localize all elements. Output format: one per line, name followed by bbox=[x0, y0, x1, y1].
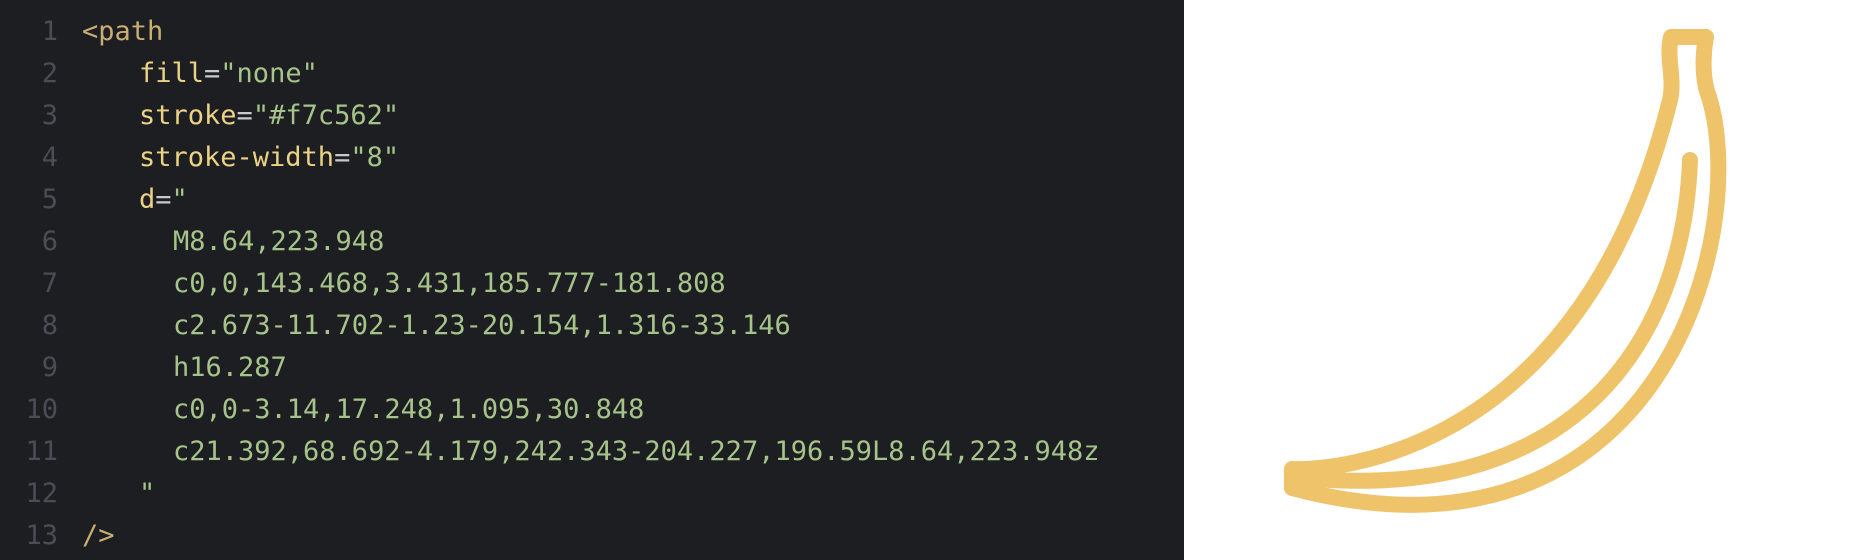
code-line: 12 " bbox=[0, 473, 1184, 515]
code-line: 13 /> bbox=[0, 515, 1184, 557]
attr-name: stroke-width bbox=[139, 142, 335, 173]
attr-value: "8" bbox=[350, 142, 400, 173]
code-line: 5 d=" bbox=[0, 179, 1184, 221]
line-number: 6 bbox=[41, 226, 58, 257]
line-number: 2 bbox=[41, 58, 58, 89]
code-line: 10 c0,0-3.14,17.248,1.095,30.848 bbox=[0, 389, 1184, 431]
line-number: 10 bbox=[25, 394, 58, 425]
closing-quote: " bbox=[139, 478, 156, 509]
attr-name: d bbox=[139, 184, 156, 215]
line-number: 5 bbox=[41, 184, 58, 215]
path-data: c0,0,143.468,3.431,185.777-181.808 bbox=[173, 268, 726, 299]
tag-close: /> bbox=[82, 520, 115, 551]
path-data: h16.287 bbox=[173, 352, 287, 383]
path-data: c2.673-11.702-1.23-20.154,1.316-33.146 bbox=[173, 310, 791, 341]
line-number: 13 bbox=[25, 520, 58, 551]
code-line: 3 stroke="#f7c562" bbox=[0, 95, 1184, 137]
line-number: 8 bbox=[41, 310, 58, 341]
attr-name: fill bbox=[139, 58, 205, 89]
code-line: 6 M8.64,223.948 bbox=[0, 221, 1184, 263]
code-editor[interactable]: 1 <path 2 fill="none" 3 stroke="#f7c562"… bbox=[0, 0, 1184, 560]
line-number: 7 bbox=[41, 268, 58, 299]
code-line: 11 c21.392,68.692-4.179,242.343-204.227,… bbox=[0, 431, 1184, 473]
line-number: 1 bbox=[41, 16, 58, 47]
tag-open: <path bbox=[82, 16, 164, 47]
code-line: 4 stroke-width="8" bbox=[0, 137, 1184, 179]
path-data: c0,0-3.14,17.248,1.095,30.848 bbox=[173, 394, 645, 425]
line-number: 3 bbox=[41, 100, 58, 131]
attr-value: "none" bbox=[220, 58, 318, 89]
path-data: M8.64,223.948 bbox=[173, 226, 385, 257]
code-line: 8 c2.673-11.702-1.23-20.154,1.316-33.146 bbox=[0, 305, 1184, 347]
banana-icon bbox=[1284, 29, 1727, 513]
line-number: 4 bbox=[41, 142, 58, 173]
code-line: 9 h16.287 bbox=[0, 347, 1184, 389]
banana-outline-path bbox=[1284, 29, 1727, 513]
attr-value: " bbox=[171, 184, 188, 215]
line-number: 9 bbox=[41, 352, 58, 383]
attr-value: "#f7c562" bbox=[252, 100, 400, 131]
line-number: 11 bbox=[25, 436, 58, 467]
attr-name: stroke bbox=[139, 100, 237, 131]
line-number: 12 bbox=[25, 478, 58, 509]
render-preview bbox=[1184, 0, 1850, 560]
code-line: 7 c0,0,143.468,3.431,185.777-181.808 bbox=[0, 263, 1184, 305]
app-window: 1 <path 2 fill="none" 3 stroke="#f7c562"… bbox=[0, 0, 1850, 560]
code-line: 1 <path bbox=[0, 11, 1184, 53]
path-data: c21.392,68.692-4.179,242.343-204.227,196… bbox=[173, 436, 1100, 467]
code-line: 2 fill="none" bbox=[0, 53, 1184, 95]
